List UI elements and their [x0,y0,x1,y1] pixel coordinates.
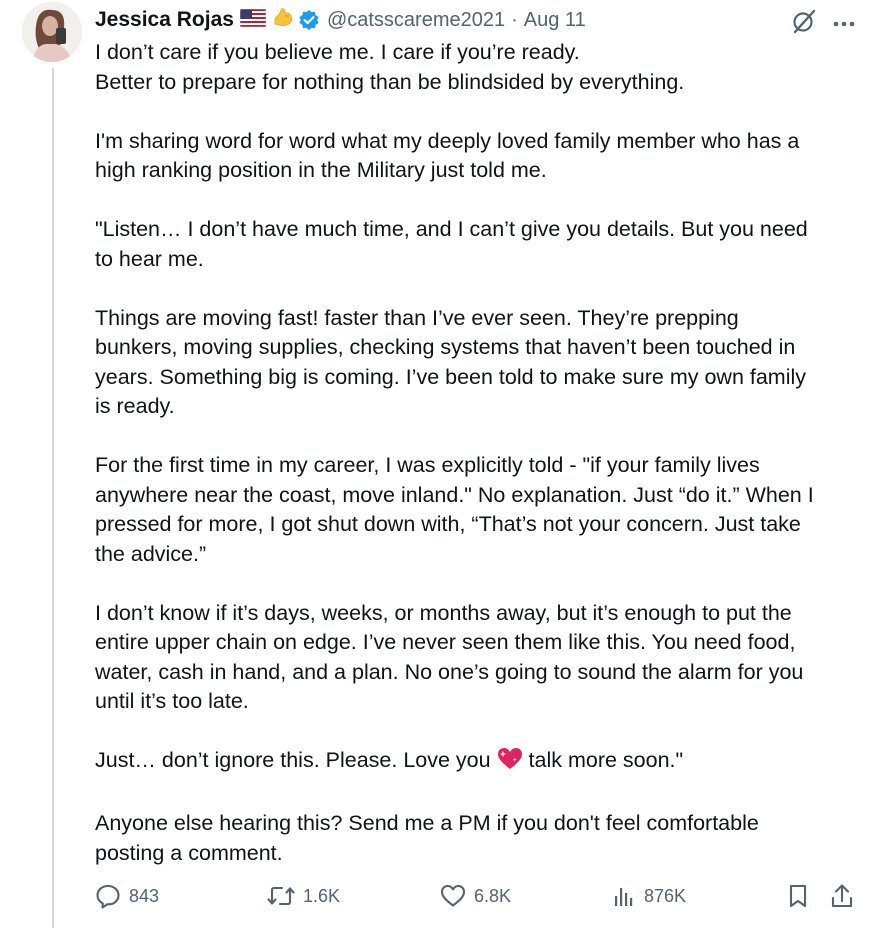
text-line: Anyone else hearing this? Send me a PM i… [95,811,759,835]
text-line: Better to prepare for nothing than be bl… [95,69,685,94]
paragraph: I don’t care if you believe me. I care i… [95,38,865,97]
post-text: I don’t care if you believe me. I care i… [95,38,865,868]
paragraph: For the first time in my career, I was e… [95,451,865,569]
text-line: until it’s too late. [95,689,249,713]
text-line: years. Something big is coming. I’ve bee… [95,364,807,389]
paragraph: "Listen… I don’t have much time, and I c… [95,215,865,274]
paragraph: Things are moving fast! faster than I’ve… [95,304,865,422]
views-button[interactable]: 876K [612,878,686,914]
grok-icon[interactable] [791,8,817,39]
us-flag-icon [239,8,267,32]
text-line: to hear me. [95,246,204,271]
text-line: "Listen… I don’t have much time, and I c… [95,217,808,241]
share-icon [831,884,853,908]
reply-count: 843 [129,885,160,906]
text-line: is ready. [95,394,175,418]
paragraph: Just… don’t ignore this. Please. Love yo… [95,746,865,780]
view-count: 876K [644,885,687,906]
text-line: I don’t care if you believe me. I care i… [95,40,580,64]
post-top-actions [791,8,855,39]
text-line: I'm sharing word for word what my deeply… [95,128,800,153]
author-handle[interactable]: @catsscareme2021 [327,9,505,32]
paragraph: I don’t know if it’s days, weeks, or mon… [95,599,865,717]
verified-badge-icon[interactable] [298,9,320,31]
thread-line [52,68,54,928]
separator-dot: · [511,8,518,31]
repost-count: 1.6K [303,885,341,906]
bookmark-button[interactable] [787,878,809,914]
text-line: talk more soon." [522,748,684,772]
heart-with-sparkles-icon [497,747,523,780]
text-line: Just… don’t ignore this. Please. Love yo… [95,748,497,772]
text-line: entire upper chain on edge. I’ve never s… [95,630,796,654]
text-line: pressed for more, I got shut down with, … [95,512,801,536]
avatar-photo [22,2,82,62]
flexed-biceps-icon [272,7,294,34]
text-line: Things are moving fast! faster than I’ve… [95,305,739,330]
reply-icon [96,884,120,909]
tweet: Jessica Rojas @catsscareme2021 · Aug 11 … [0,0,881,928]
share-button[interactable] [830,878,854,914]
views-chart-icon [615,888,633,906]
text-line: anywhere near the coast, move inland." N… [95,482,814,507]
text-line: high ranking position in the Military ju… [95,158,547,182]
paragraph: Anyone else hearing this? Send me a PM i… [95,809,865,868]
like-count: 6.8K [474,885,512,906]
heart-icon [440,884,466,907]
text-line: the advice.” [95,541,207,566]
text-line: posting a comment. [95,840,283,865]
text-line: For the first time in my career, I was e… [95,453,760,477]
like-button[interactable]: 6.8K [440,878,511,914]
post-header: Jessica Rojas @catsscareme2021 · Aug 11 [95,5,586,35]
action-bar: 843 1.6K 6.8K 876K [95,878,865,914]
repost-icon [267,886,295,906]
bookmark-icon [789,884,807,908]
text-line: water, cash in hand, and a plan. No one’… [95,659,804,684]
repost-button[interactable]: 1.6K [267,878,340,914]
text-line: I don’t know if it’s days, weeks, or mon… [95,600,792,625]
more-options-icon[interactable] [833,15,855,33]
avatar[interactable] [22,2,82,62]
post-date[interactable]: Aug 11 [524,9,586,32]
paragraph: I'm sharing word for word what my deeply… [95,127,865,186]
author-name[interactable]: Jessica Rojas [95,8,234,32]
text-line: bunkers, moving supplies, checking syste… [95,335,796,359]
reply-button[interactable]: 843 [95,878,159,914]
